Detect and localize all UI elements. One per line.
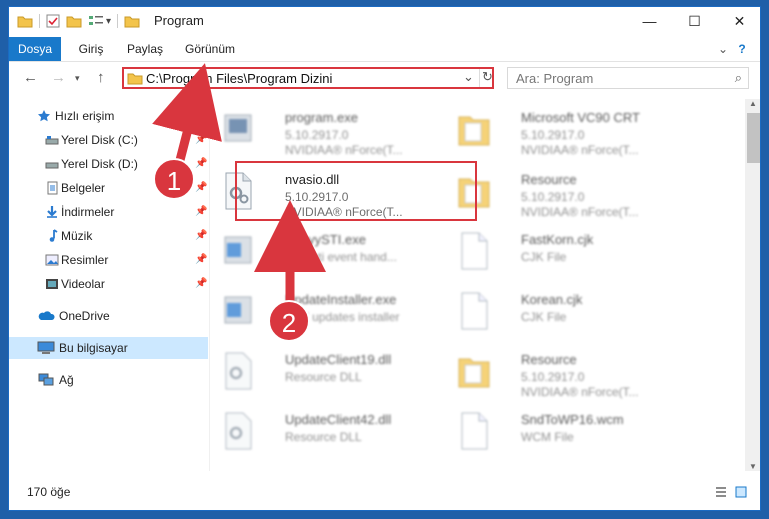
- arrow-to-address-bar: [152, 63, 222, 173]
- callout-badge-1: 1: [153, 158, 195, 200]
- callout-badge-2: 2: [268, 300, 310, 342]
- annotation-arrows: [152, 63, 326, 307]
